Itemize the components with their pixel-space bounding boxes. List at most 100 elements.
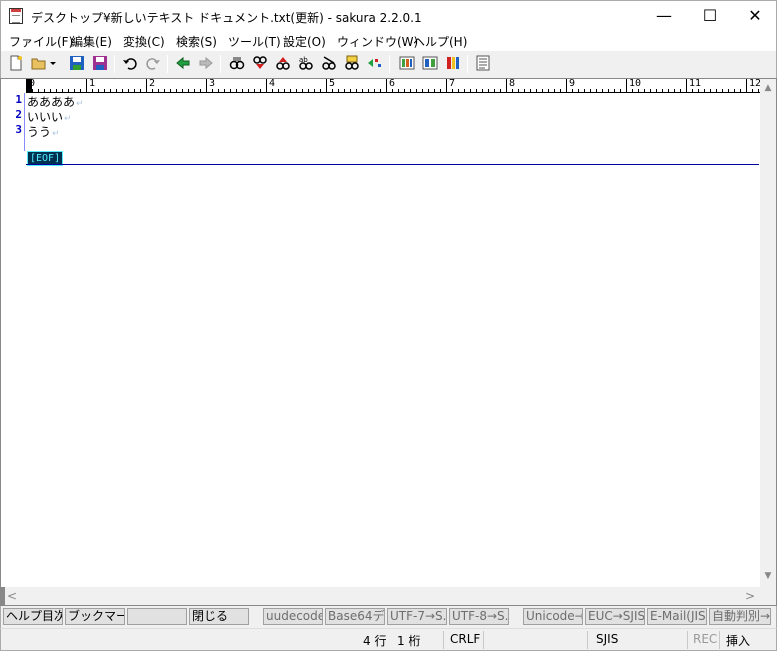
vertical-scrollbar[interactable]: ▲ ▼ — [760, 79, 776, 587]
fn-key-f7[interactable]: UTF-7→S. — [387, 608, 447, 625]
ruler-corner — [1, 79, 26, 93]
toolbar-separator — [389, 55, 390, 73]
line-text: ああああ — [27, 95, 76, 109]
status-insert-mode[interactable]: 挿入 — [726, 632, 750, 649]
scroll-up-icon[interactable]: ▲ — [760, 81, 776, 95]
ruler[interactable]: 0 1 2 3 4 5 6 7 8 9 10 11 12 — [26, 79, 760, 93]
ruler-number: 4 — [269, 79, 276, 89]
tag-jump-icon[interactable] — [366, 55, 384, 73]
crlf-mark-icon: ↵ — [76, 99, 84, 109]
toolbar-separator — [114, 55, 115, 73]
status-newline[interactable]: CRLF — [450, 632, 480, 646]
status-separator — [687, 631, 688, 649]
fn-key-f12[interactable]: 自動判別→ — [709, 608, 771, 625]
fn-key-f11[interactable]: E-Mail(JIS — [647, 608, 707, 625]
menu-search[interactable]: 検索(S) — [176, 33, 217, 50]
save-icon[interactable] — [68, 55, 86, 73]
type-settings-icon[interactable] — [421, 55, 439, 73]
fn-key-f6[interactable]: Base64デコ — [325, 608, 385, 625]
fn-key-f2[interactable]: ブックマーク — [65, 608, 125, 625]
toolbar: ab — [0, 51, 777, 78]
scrollbar-corner — [760, 587, 776, 605]
text-area[interactable]: ああああ↵ いいい↵ うう↵ [EOF] — [26, 93, 760, 587]
ruler-number: 0 — [29, 79, 36, 89]
close-button[interactable]: ✕ — [732, 1, 777, 32]
line-number: 1 — [15, 93, 22, 106]
undo-icon[interactable] — [121, 55, 139, 73]
line-number: 3 — [15, 123, 22, 136]
text-line: うう↵ — [27, 123, 60, 140]
common-settings-icon[interactable] — [398, 55, 416, 73]
redo-icon[interactable] — [144, 55, 162, 73]
line-number: 2 — [15, 108, 22, 121]
find-next-icon[interactable] — [251, 55, 269, 73]
scroll-left-icon[interactable]: < — [7, 587, 17, 605]
fn-key-f8[interactable]: UTF-8→S. — [449, 608, 509, 625]
maximize-button[interactable]: ☐ — [687, 1, 733, 32]
status-rec[interactable]: REC — [693, 632, 717, 646]
replace-icon[interactable]: ab — [297, 55, 315, 73]
editor-pane: 0 1 2 3 4 5 6 7 8 9 10 11 12 1 2 3 ああああ↵… — [0, 78, 777, 606]
menu-window[interactable]: ウィンドウ(W) — [337, 33, 418, 50]
fn-key-f5[interactable]: uudecodeし — [263, 608, 323, 625]
gutter-divider — [24, 93, 25, 151]
scroll-right-icon[interactable]: > — [745, 587, 755, 605]
fn-key-f3[interactable] — [127, 608, 187, 625]
menu-tools[interactable]: ツール(T) — [228, 33, 281, 50]
new-file-icon[interactable] — [7, 55, 25, 73]
status-column[interactable]: 1 桁 — [397, 632, 420, 649]
font-settings-icon[interactable] — [444, 55, 462, 73]
menu-settings[interactable]: 設定(O) — [283, 33, 326, 50]
function-key-bar: ヘルプ目次 ブックマーク 閉じる uudecodeし Base64デコ UTF-… — [0, 606, 777, 628]
notepad-icon[interactable] — [9, 8, 23, 24]
jump-forward-icon[interactable] — [197, 55, 215, 73]
ruler-number: 2 — [149, 79, 156, 89]
outline-icon[interactable] — [474, 55, 492, 73]
open-dropdown-icon[interactable] — [48, 55, 58, 73]
fn-key-f9[interactable]: Unicode→S — [523, 608, 583, 625]
minimize-button[interactable]: — — [641, 1, 687, 32]
window-title: デスクトップ¥新しいテキスト ドキュメント.txt(更新) - sakura 2… — [31, 11, 422, 25]
fn-key-f4[interactable]: 閉じる — [189, 608, 249, 625]
ruler-number: 7 — [449, 79, 456, 89]
cursor-underline — [26, 164, 759, 165]
ruler-number: 11 — [689, 79, 702, 89]
ruler-number: 10 — [629, 79, 642, 89]
line-text: いいい — [27, 110, 64, 124]
clear-mark-icon[interactable] — [320, 55, 338, 73]
status-line[interactable]: 4 行 — [363, 632, 386, 649]
ruler-number: 5 — [329, 79, 336, 89]
menu-edit[interactable]: 編集(E) — [71, 33, 112, 50]
save-as-icon[interactable] — [91, 55, 109, 73]
ruler-number: 8 — [509, 79, 516, 89]
ruler-number: 1 — [89, 79, 96, 89]
find-prev-icon[interactable] — [274, 55, 292, 73]
find-icon[interactable] — [228, 55, 246, 73]
status-separator — [483, 631, 484, 649]
status-separator — [443, 631, 444, 649]
ruler-number: 12 — [749, 79, 760, 89]
menu-help[interactable]: ヘルプ(H) — [413, 33, 467, 50]
grep-icon[interactable] — [343, 55, 361, 73]
ruler-number: 9 — [569, 79, 576, 89]
status-bar: 4 行 1 桁 CRLF SJIS REC 挿入 — [0, 628, 777, 651]
line-number-gutter[interactable]: 1 2 3 — [1, 93, 25, 587]
crlf-mark-icon: ↵ — [52, 129, 60, 139]
fn-key-f1[interactable]: ヘルプ目次 — [3, 608, 63, 625]
jump-back-icon[interactable] — [174, 55, 192, 73]
split-handle[interactable] — [1, 587, 5, 605]
fn-key-f10[interactable]: EUC→SJIS — [585, 608, 645, 625]
ruler-number: 3 — [209, 79, 216, 89]
line-text: うう — [27, 125, 52, 139]
title-bar: デスクトップ¥新しいテキスト ドキュメント.txt(更新) - sakura 2… — [0, 0, 777, 31]
status-encoding[interactable]: SJIS — [596, 632, 618, 646]
toolbar-separator — [167, 55, 168, 73]
status-separator — [719, 631, 720, 649]
horizontal-scrollbar[interactable]: < > — [1, 587, 760, 605]
scroll-down-icon[interactable]: ▼ — [760, 569, 776, 583]
menu-file[interactable]: ファイル(F) — [9, 33, 73, 50]
menu-bar: ファイル(F) 編集(E) 変換(C) 検索(S) ツール(T) 設定(O) ウ… — [0, 31, 777, 51]
open-folder-icon[interactable] — [30, 55, 48, 73]
ruler-number: 6 — [389, 79, 396, 89]
menu-convert[interactable]: 変換(C) — [123, 33, 165, 50]
